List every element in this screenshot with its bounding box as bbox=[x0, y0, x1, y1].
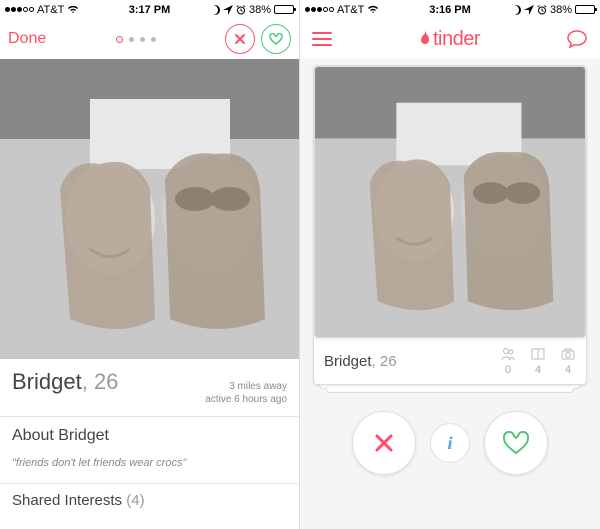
wifi-icon bbox=[367, 5, 379, 14]
tinder-logo: tinder bbox=[418, 28, 480, 51]
x-icon bbox=[234, 33, 246, 45]
interests-count: 4 bbox=[535, 364, 541, 376]
card-footer: Bridget, 26 0 4 4 bbox=[314, 338, 586, 384]
card-stack: Bridget, 26 0 4 4 bbox=[313, 65, 587, 385]
battery-percent: 38% bbox=[249, 4, 271, 16]
profile-name: Bridget, 26 bbox=[12, 369, 118, 395]
menu-button[interactable] bbox=[312, 32, 332, 46]
status-time: 3:17 PM bbox=[129, 4, 171, 16]
card-age-text: , 26 bbox=[372, 353, 397, 370]
friends-count: 0 bbox=[505, 364, 511, 376]
page-dot bbox=[129, 37, 134, 42]
profile-header: Done bbox=[0, 19, 299, 59]
photo-pager bbox=[116, 36, 156, 43]
shared-label: Shared Interests bbox=[12, 492, 122, 509]
like-button[interactable] bbox=[261, 24, 291, 54]
page-dot bbox=[140, 37, 145, 42]
shared-interests-heading: Shared Interests (4) bbox=[0, 483, 299, 517]
camera-icon bbox=[560, 346, 576, 362]
alarm-icon bbox=[236, 5, 246, 15]
name-row: Bridget, 26 3 miles away active 6 hours … bbox=[0, 359, 299, 417]
x-icon bbox=[372, 431, 396, 455]
location-arrow-icon bbox=[524, 5, 534, 15]
distance-info: 3 miles away active 6 hours ago bbox=[205, 380, 287, 406]
carrier-label: AT&T bbox=[337, 4, 364, 16]
logo-text: tinder bbox=[433, 28, 480, 51]
battery-percent: 38% bbox=[550, 4, 572, 16]
age-text: , 26 bbox=[82, 369, 119, 394]
battery-icon bbox=[575, 5, 595, 14]
heart-icon bbox=[269, 33, 283, 45]
heart-icon bbox=[502, 431, 530, 455]
friends-stat: 0 bbox=[500, 346, 516, 376]
friends-icon bbox=[500, 346, 516, 362]
deck-area: Bridget, 26 0 4 4 bbox=[300, 59, 600, 529]
photo-placeholder-icon bbox=[0, 59, 300, 359]
alarm-icon bbox=[537, 5, 547, 15]
info-icon: i bbox=[447, 433, 452, 454]
profile-photo[interactable] bbox=[0, 59, 300, 359]
wifi-icon bbox=[67, 5, 79, 14]
card-name: Bridget, 26 bbox=[324, 353, 486, 370]
dnd-moon-icon bbox=[210, 5, 220, 15]
location-arrow-icon bbox=[223, 5, 233, 15]
nope-button[interactable] bbox=[225, 24, 255, 54]
shared-count: (4) bbox=[126, 492, 144, 509]
photo-placeholder-icon bbox=[315, 67, 585, 337]
swipe-screen: AT&T 3:16 PM 38% tinder bbox=[300, 0, 600, 529]
photos-count: 4 bbox=[565, 364, 571, 376]
status-time: 3:16 PM bbox=[429, 4, 471, 16]
signal-dots-icon bbox=[5, 7, 34, 12]
book-icon bbox=[530, 346, 546, 362]
profile-detail-screen: AT&T 3:17 PM 38% Done bbox=[0, 0, 300, 529]
carrier-label: AT&T bbox=[37, 4, 64, 16]
photos-stat: 4 bbox=[560, 346, 576, 376]
interests-stat: 4 bbox=[530, 346, 546, 376]
dnd-moon-icon bbox=[511, 5, 521, 15]
done-button[interactable]: Done bbox=[8, 30, 46, 48]
distance-text: 3 miles away bbox=[205, 380, 287, 393]
like-button[interactable] bbox=[484, 411, 548, 475]
card-name-text: Bridget bbox=[324, 353, 372, 370]
name-text: Bridget bbox=[12, 369, 82, 394]
chat-button[interactable] bbox=[566, 29, 588, 49]
status-bar: AT&T 3:16 PM 38% bbox=[300, 0, 600, 19]
bio-text: "friends don't let friends wear crocs" bbox=[0, 455, 299, 483]
active-text: active 6 hours ago bbox=[205, 393, 287, 406]
main-header: tinder bbox=[300, 19, 600, 59]
card-photo bbox=[314, 66, 586, 338]
action-buttons: i bbox=[352, 411, 548, 475]
battery-icon bbox=[274, 5, 294, 14]
page-dot-current bbox=[116, 36, 123, 43]
profile-card[interactable]: Bridget, 26 0 4 4 bbox=[313, 65, 587, 385]
info-button[interactable]: i bbox=[430, 423, 470, 463]
flame-icon bbox=[418, 30, 432, 48]
nope-button[interactable] bbox=[352, 411, 416, 475]
signal-dots-icon bbox=[305, 7, 334, 12]
about-heading: About Bridget bbox=[0, 417, 299, 455]
page-dot bbox=[151, 37, 156, 42]
status-bar: AT&T 3:17 PM 38% bbox=[0, 0, 299, 19]
